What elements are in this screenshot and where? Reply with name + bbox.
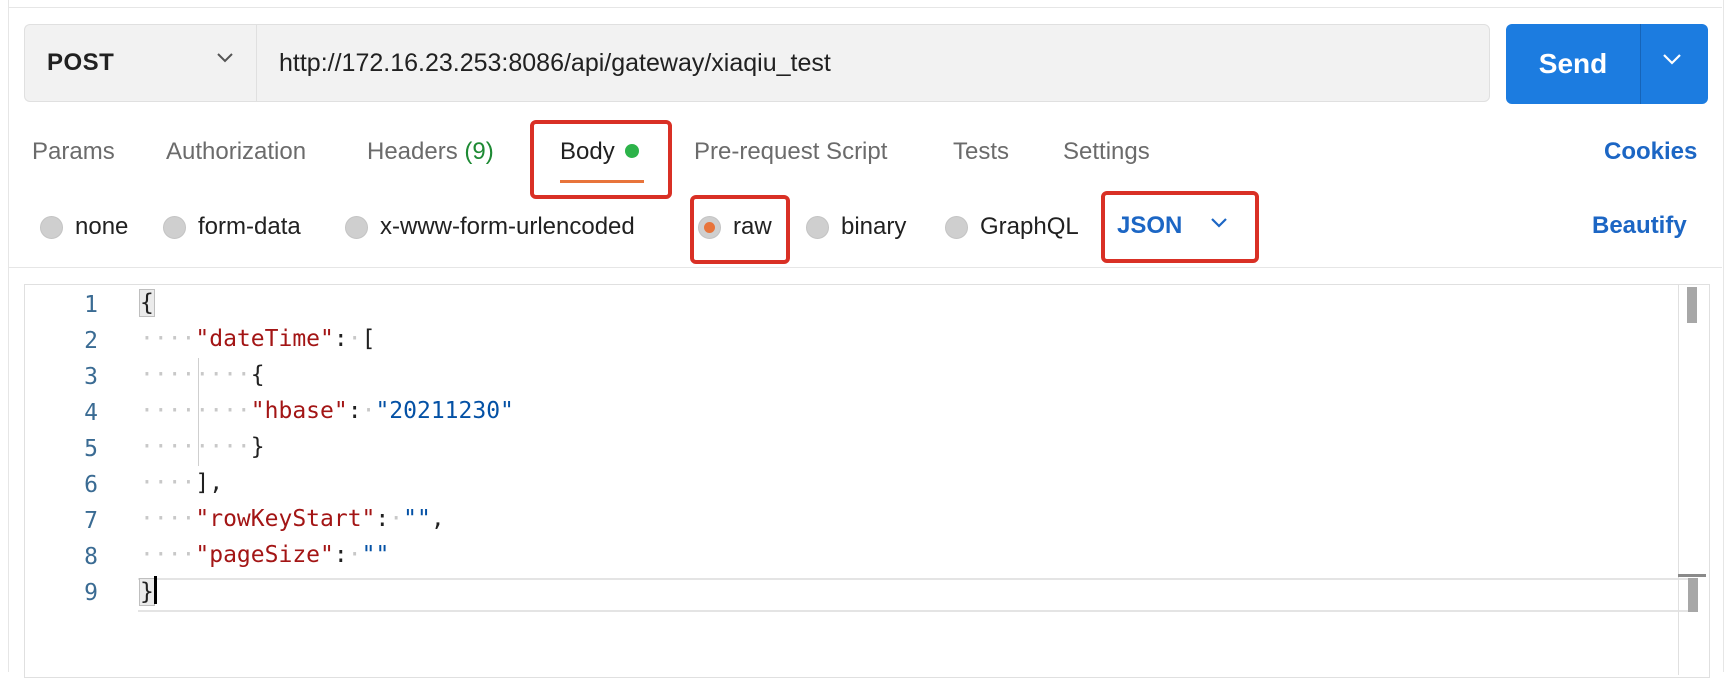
radio-binary[interactable]: binary <box>806 210 906 244</box>
radio-none[interactable]: none <box>40 210 128 244</box>
highlight-json <box>1101 191 1259 263</box>
json-key: "pageSize" <box>195 542 334 568</box>
tab-params[interactable]: Params <box>32 138 115 166</box>
send-button[interactable]: Send <box>1506 24 1640 104</box>
radio-urlencoded-circle[interactable] <box>345 215 368 239</box>
json-value: "20211230" <box>375 398 514 424</box>
code-line-3: ········{ <box>140 362 265 388</box>
json-key: "dateTime" <box>195 326 334 352</box>
scrollbar-marker <box>1678 574 1706 577</box>
line-number: 5 <box>84 436 98 462</box>
scrollbar-track[interactable] <box>1678 285 1679 675</box>
scrollbar-thumb-bottom[interactable] <box>1688 578 1698 612</box>
radio-urlencoded-label: x-www-form-urlencoded <box>380 213 635 240</box>
code-line-4: ········"hbase":·"20211230" <box>140 398 514 424</box>
section-divider <box>8 267 1722 268</box>
json-value: "" <box>403 506 431 532</box>
radio-none-label: none <box>75 213 129 240</box>
code-line-2: ····"dateTime":·[ <box>140 326 376 352</box>
brace: { <box>139 289 155 317</box>
send-button-group: Send <box>1506 24 1708 104</box>
code-line-5: ········} <box>140 434 265 460</box>
tab-headers-label: Headers <box>367 138 458 165</box>
url-input[interactable]: http://172.16.23.253:8086/api/gateway/xi… <box>256 24 1490 102</box>
radio-urlencoded[interactable]: x-www-form-urlencoded <box>345 210 635 244</box>
headers-count: (9) <box>464 138 494 165</box>
code-line-8: ····"pageSize":·"" <box>140 542 390 568</box>
radio-form-data[interactable]: form-data <box>163 210 301 244</box>
send-divider <box>1640 24 1641 104</box>
send-options-chevron-icon[interactable] <box>1661 52 1683 66</box>
radio-graphql-label: GraphQL <box>980 213 1079 240</box>
line-number: 8 <box>84 544 98 570</box>
radio-graphql[interactable]: GraphQL <box>945 210 1079 244</box>
url-text: http://172.16.23.253:8086/api/gateway/xi… <box>279 48 831 77</box>
code-line-9: } <box>139 576 157 606</box>
bracket: [ <box>361 326 376 352</box>
tab-tests[interactable]: Tests <box>953 138 1009 166</box>
line-number: 1 <box>84 292 98 318</box>
code-line-7: ····"rowKeyStart":·"", <box>140 506 445 532</box>
method-label: POST <box>47 49 115 76</box>
line-number: 4 <box>84 400 98 426</box>
radio-form-data-label: form-data <box>198 213 301 240</box>
radio-none-circle[interactable] <box>40 215 63 239</box>
radio-graphql-circle[interactable] <box>945 215 968 239</box>
brace: } <box>139 577 155 606</box>
line-number: 2 <box>84 328 98 354</box>
text-cursor <box>153 576 157 604</box>
line-number: 9 <box>84 580 98 606</box>
cookies-link[interactable]: Cookies <box>1604 138 1697 166</box>
code-line-1: { <box>139 289 155 317</box>
code-line-6: ····], <box>140 470 224 496</box>
top-divider <box>8 7 1722 8</box>
bracket: ], <box>195 470 224 496</box>
line-number: 6 <box>84 472 98 498</box>
brace: } <box>250 434 265 460</box>
scrollbar-thumb[interactable] <box>1687 287 1697 323</box>
highlight-body-tab <box>530 120 672 199</box>
active-line-highlight <box>138 578 1688 612</box>
method-select[interactable]: POST <box>24 24 256 102</box>
json-key: "hbase" <box>250 398 348 424</box>
line-number: 7 <box>84 508 98 534</box>
chevron-down-icon <box>217 53 233 63</box>
radio-binary-label: binary <box>841 213 907 240</box>
beautify-link[interactable]: Beautify <box>1592 212 1687 240</box>
tab-pre-request-script[interactable]: Pre-request Script <box>694 138 887 166</box>
brace: { <box>250 362 265 388</box>
tab-headers[interactable]: Headers (9) <box>367 138 494 166</box>
json-value: "" <box>361 542 390 568</box>
tab-authorization[interactable]: Authorization <box>166 138 306 166</box>
json-key: "rowKeyStart" <box>195 506 376 532</box>
tab-settings[interactable]: Settings <box>1063 138 1150 166</box>
line-number: 3 <box>84 364 98 390</box>
radio-binary-circle[interactable] <box>806 215 829 239</box>
highlight-raw <box>690 195 790 264</box>
radio-form-data-circle[interactable] <box>163 215 186 239</box>
